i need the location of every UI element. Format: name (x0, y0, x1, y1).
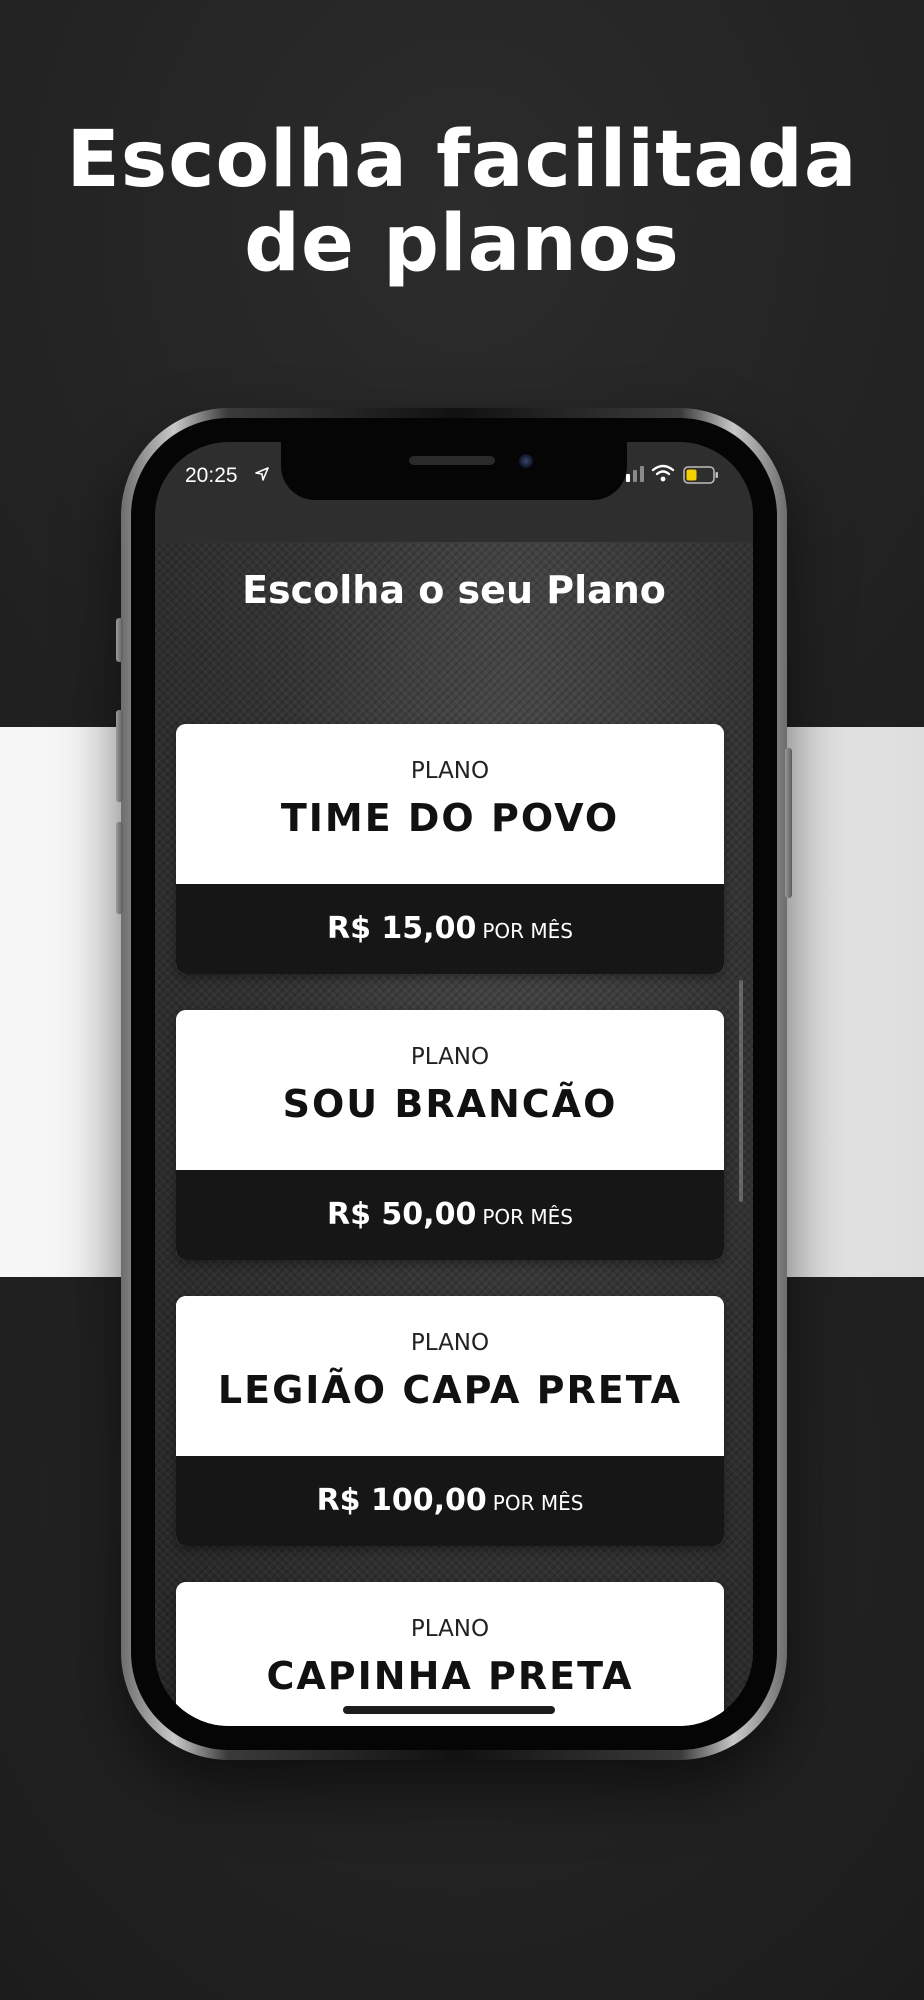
plan-card-capinha-preta[interactable]: PLANO CAPINHA PRETA (176, 1582, 724, 1726)
headline-line-2: de planos (244, 199, 680, 289)
screen-title: Escolha o seu Plano (242, 568, 666, 612)
wifi-icon (651, 464, 675, 482)
plan-price-bar: R$ 50,00 POR MÊS (176, 1170, 724, 1260)
plan-period: POR MÊS (482, 1205, 573, 1229)
plan-price-bar: R$ 100,00 POR MÊS (176, 1456, 724, 1546)
location-arrow-icon (255, 467, 269, 481)
promo-headline: Escolha facilitada de planos (0, 118, 924, 286)
plan-price-bar: R$ 15,00 POR MÊS (176, 884, 724, 974)
plan-card-time-do-povo[interactable]: PLANO TIME DO POVO R$ 15,00 POR MÊS (176, 724, 724, 974)
plan-card-header: PLANO TIME DO POVO (176, 724, 724, 884)
speaker-grille (409, 456, 495, 465)
status-time: 20:25 (185, 464, 238, 487)
plan-card-sou-brancao[interactable]: PLANO SOU BRANCÃO R$ 50,00 POR MÊS (176, 1010, 724, 1260)
plan-label: PLANO (410, 1330, 490, 1356)
phone-notch (281, 442, 627, 500)
home-indicator[interactable] (343, 1706, 555, 1714)
plan-name: CAPINHA PRETA (266, 1654, 634, 1698)
plan-label: PLANO (410, 1616, 490, 1642)
phone-volume-down-button (116, 822, 123, 914)
plan-card-header: PLANO LEGIÃO CAPA PRETA (176, 1296, 724, 1456)
phone-screen: 20:25 Escolha o seu Plano PLANO TIME DO … (155, 442, 753, 1726)
phone-silent-switch (116, 618, 123, 662)
plan-price: R$ 15,00 (327, 911, 477, 946)
plan-period: POR MÊS (482, 919, 573, 943)
plans-screen[interactable]: Escolha o seu Plano PLANO TIME DO POVO R… (155, 542, 753, 1726)
phone-volume-up-button (116, 710, 123, 802)
plan-label: PLANO (410, 758, 490, 784)
front-camera (519, 454, 533, 468)
plan-name: TIME DO POVO (280, 796, 620, 840)
plan-label: PLANO (410, 1044, 490, 1070)
plan-period: POR MÊS (492, 1491, 584, 1515)
plan-name: LEGIÃO CAPA PRETA (217, 1368, 683, 1412)
plan-price: R$ 100,00 (316, 1483, 487, 1518)
phone-frame: 20:25 Escolha o seu Plano PLANO TIME DO … (116, 408, 792, 1760)
plan-name: SOU BRANCÃO (282, 1082, 618, 1126)
plan-card-header: PLANO CAPINHA PRETA (176, 1582, 724, 1726)
headline-line-1: Escolha facilitada (66, 115, 858, 205)
plan-card-header: PLANO SOU BRANCÃO (176, 1010, 724, 1170)
plan-card-legiao-capa-preta[interactable]: PLANO LEGIÃO CAPA PRETA R$ 100,00 POR MÊS (176, 1296, 724, 1546)
phone-power-button (785, 748, 792, 898)
plan-price: R$ 50,00 (327, 1197, 477, 1232)
battery-icon (683, 466, 718, 484)
scroll-indicator[interactable] (739, 980, 743, 1202)
